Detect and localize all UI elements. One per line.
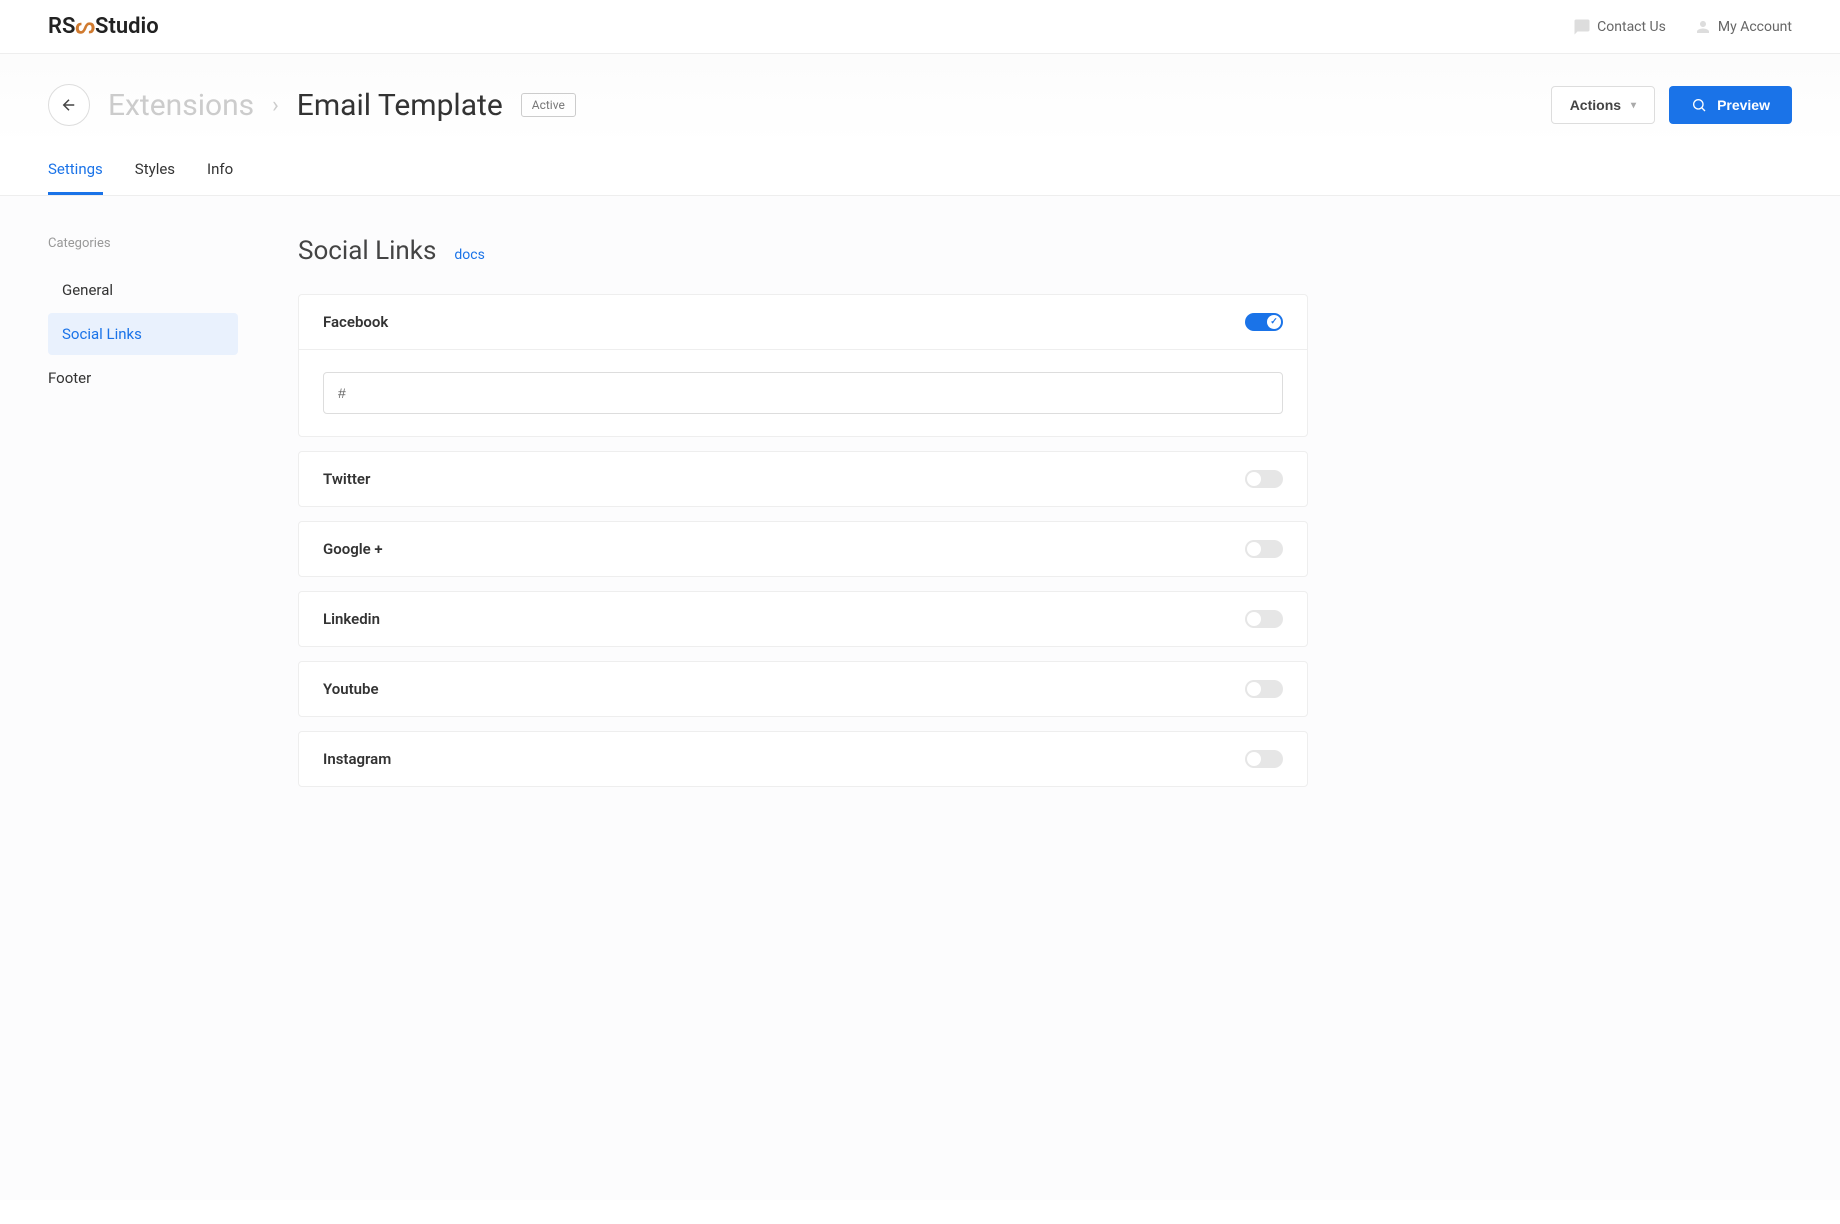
social-card-body (299, 349, 1307, 436)
toggle-instagram[interactable] (1245, 750, 1283, 768)
docs-link[interactable]: docs (454, 247, 484, 263)
main-panel: Social Links docs Facebook Twitter Googl… (298, 236, 1308, 1160)
logo-rs: RS (48, 14, 75, 39)
social-card-twitter: Twitter (298, 451, 1308, 507)
section-header: Social Links docs (298, 236, 1308, 266)
page-header: Extensions › Email Template Active Actio… (0, 54, 1840, 146)
social-card-google-plus: Google + (298, 521, 1308, 577)
toggle-facebook[interactable] (1245, 313, 1283, 331)
actions-dropdown-button[interactable]: Actions ▾ (1551, 86, 1655, 124)
social-card-header: Twitter (299, 452, 1307, 506)
social-name: Twitter (323, 470, 370, 488)
search-icon (1691, 97, 1707, 113)
breadcrumb-parent[interactable]: Extensions (108, 88, 254, 123)
logo[interactable]: RSᔕStudio (48, 14, 159, 39)
sidebar-item-general[interactable]: General (48, 269, 238, 311)
breadcrumb: Extensions › Email Template Active (48, 84, 576, 126)
toggle-linkedin[interactable] (1245, 610, 1283, 628)
social-name: Youtube (323, 680, 379, 698)
person-icon (1694, 18, 1712, 36)
social-name: Instagram (323, 750, 391, 768)
tab-settings[interactable]: Settings (48, 146, 103, 195)
my-account-label: My Account (1718, 19, 1792, 35)
actions-label: Actions (1570, 97, 1621, 113)
sidebar: Categories General Social Links Footer (48, 236, 238, 1160)
toggle-google-plus[interactable] (1245, 540, 1283, 558)
content: Categories General Social Links Footer S… (0, 196, 1840, 1200)
preview-label: Preview (1717, 97, 1770, 113)
sidebar-title: Categories (48, 236, 238, 251)
social-name: Facebook (323, 313, 388, 331)
sidebar-item-footer[interactable]: Footer (48, 357, 238, 399)
topbar-right: Contact Us My Account (1573, 18, 1792, 36)
tab-info[interactable]: Info (207, 146, 233, 195)
contact-us-label: Contact Us (1597, 19, 1666, 35)
social-name: Linkedin (323, 610, 380, 628)
social-name: Google + (323, 540, 383, 558)
sidebar-item-social-links[interactable]: Social Links (48, 313, 238, 355)
social-card-youtube: Youtube (298, 661, 1308, 717)
social-card-header: Youtube (299, 662, 1307, 716)
toggle-twitter[interactable] (1245, 470, 1283, 488)
caret-down-icon: ▾ (1631, 100, 1636, 111)
toggle-youtube[interactable] (1245, 680, 1283, 698)
social-card-header: Instagram (299, 732, 1307, 786)
social-card-header: Google + (299, 522, 1307, 576)
breadcrumb-current: Email Template (297, 88, 503, 123)
contact-us-link[interactable]: Contact Us (1573, 18, 1666, 36)
tabs: Settings Styles Info (0, 146, 1840, 196)
header-actions: Actions ▾ Preview (1551, 86, 1792, 124)
topbar: RSᔕStudio Contact Us My Account (0, 0, 1840, 54)
logo-studio: Studio (95, 14, 159, 39)
social-card-instagram: Instagram (298, 731, 1308, 787)
arrow-left-icon (60, 96, 78, 114)
back-button[interactable] (48, 84, 90, 126)
social-card-header: Facebook (299, 295, 1307, 349)
facebook-url-input[interactable] (323, 372, 1283, 414)
social-card-linkedin: Linkedin (298, 591, 1308, 647)
status-badge: Active (521, 93, 576, 117)
tab-styles[interactable]: Styles (135, 146, 175, 195)
social-card-facebook: Facebook (298, 294, 1308, 437)
chevron-right-icon: › (272, 93, 279, 118)
my-account-link[interactable]: My Account (1694, 18, 1792, 36)
preview-button[interactable]: Preview (1669, 86, 1792, 124)
section-title: Social Links (298, 236, 436, 266)
social-card-header: Linkedin (299, 592, 1307, 646)
logo-swirl-icon: ᔕ (75, 14, 95, 39)
chat-icon (1573, 18, 1591, 36)
